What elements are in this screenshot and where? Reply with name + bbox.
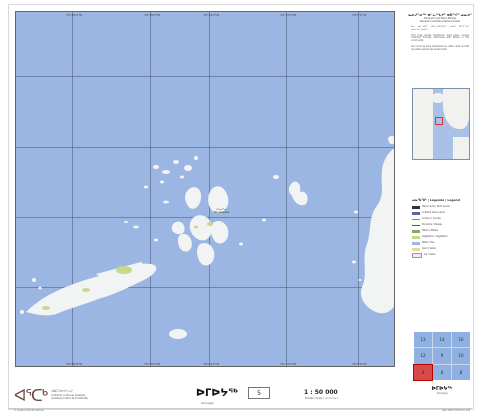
place-label: ᓯᓐᓇᓯᓐᓇ Sinnaisinna (214, 208, 229, 214)
legend-swatch (412, 211, 420, 215)
index-cell[interactable]: 9 (433, 348, 451, 364)
index-cell[interactable]: 6 (433, 364, 451, 380)
top-tick-label: 79°0'0"W (352, 13, 367, 17)
legend-swatch (412, 247, 420, 251)
map-title: ᐅᒥᐅᔭᖅ (196, 387, 239, 399)
scale-label: 1 : 50 000 (304, 389, 338, 396)
sheet-foot: ᐅᒥᐅᔭᖅ Umiujaq (414, 386, 470, 395)
logo-mark: ᐊᕐᑕᒃ (14, 386, 48, 405)
top-tick-label: 79°12'0"W (280, 13, 297, 17)
legend-swatch (412, 252, 422, 258)
map-title-box: ᐅᒥᐅᔭᖅ 5 (196, 387, 271, 399)
sheet-index-grid: 13 14 16 12 9 10 4 6 8 (413, 332, 470, 382)
legend-swatch (412, 241, 420, 245)
footer-projection: NAD 1983 UTM Zone 17N (442, 409, 470, 412)
legend-swatch (412, 218, 420, 220)
legend-swatch (412, 205, 420, 209)
index-cell[interactable]: 12 (414, 348, 432, 364)
footer-divider (8, 408, 472, 409)
legend-title: ᓄᓇᖃᕐᕕᒃ | Légende | Legend (412, 198, 460, 202)
legend-item: Ice / Glace (412, 252, 468, 258)
top-tick-label: 79°36'0"W (144, 13, 161, 17)
top-tick-label: 79°48'0"W (66, 13, 83, 17)
scale-sublabel: Échelle / Scale / ᐊᑦᑎᒃᑎᑦᑎᓂᖅ (305, 397, 339, 400)
map-area[interactable]: ᓯᓐᓇᓯᓐᓇ Sinnaisinna 79°48'0"W 79°36'0"W 7… (15, 11, 395, 367)
bottom-tick-label: 79°48'0"W (66, 362, 83, 366)
legend-swatch (412, 224, 420, 226)
panel-subtitle: Nunavik Inuit Place Names Series (419, 20, 461, 23)
bottom-tick-label: 79°12'0"W (280, 362, 297, 366)
panel-paragraph: ᐅᓇ ᓄᓇᙳᐊᖅ ᐊᑐᓕᖅᑕᐅᕙᒃᐳᖅ ᐃᓄᐃᑦ ᐊᑎᖏᓐᓂᒃ ᓄᓇᓕᓐᓂ ᓄᓇ… (411, 25, 469, 31)
mainland-southwest (20, 135, 394, 339)
panel-paragraph: This map shows traditional Inuit place n… (411, 33, 469, 43)
bottom-tick-label: 79°0'0"W (352, 362, 367, 366)
avataq-logo: ᐊᕐᑕᒃ ᐊᕕᑕᕐᓂᐅᓯᓕᕆᔨ Institut culturel Avataq… (14, 386, 88, 405)
sheet-number: 5 (248, 387, 271, 399)
index-cell[interactable]: 14 (433, 332, 451, 348)
legend-swatch (412, 235, 420, 239)
index-cell[interactable]: 10 (452, 348, 470, 364)
index-cell[interactable]: 13 (414, 332, 432, 348)
index-cell[interactable]: 8 (452, 364, 470, 380)
bottom-tick-label: 79°36'0"W (144, 362, 161, 366)
org-en: Avataq Cultural Institute (51, 396, 88, 401)
location-inset-map (412, 88, 470, 160)
top-tick-label: 79°24'0"W (203, 13, 220, 17)
map-subtitle: Umiujaq (201, 401, 214, 405)
inset-land (413, 89, 433, 159)
index-cell-active[interactable]: 4 (413, 363, 433, 382)
sheet-foot-roman: Umiujaq (436, 392, 448, 395)
index-cell[interactable]: 16 (452, 332, 470, 348)
legend: ᓄᓇᖃᕐᕕᒃ | Légende | Legend Place name / N… (412, 198, 468, 326)
place-label-roman: Sinnaisinna (214, 211, 229, 214)
footer-copyright: © Avataq Cultural Institute (14, 409, 44, 412)
panel-paragraph: Les noms de lieux présentés sur cette ca… (411, 44, 469, 51)
legend-swatch (412, 229, 420, 233)
inset-land (443, 89, 469, 129)
inset-land (453, 137, 469, 159)
bottom-tick-label: 79°24'0"W (203, 362, 220, 366)
inset-highlight-box (435, 117, 443, 125)
